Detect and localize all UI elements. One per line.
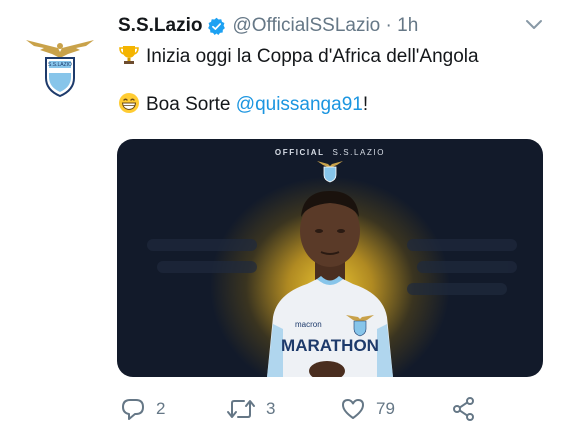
svg-text:OFFICIAL S.S.LAZIO: OFFICIAL S.S.LAZIO [275,148,385,157]
kit-brand-text: macron [295,320,322,329]
retweet-icon [227,400,255,418]
overlay-official-text: OFFICIAL [275,148,325,157]
author-avatar[interactable]: S.S.LAZIO [20,36,100,100]
overlay-club-text: S.S.LAZIO [332,148,385,157]
svg-text:S.S.LAZIO: S.S.LAZIO [48,62,72,68]
tweet-action-bar: 2 3 79 [118,396,518,426]
retweet-button[interactable]: 3 [226,396,275,422]
tweet-text-line-1: Inizia oggi la Coppa d'Africa dell'Angol… [118,44,479,69]
handle-text: @OfficialSSLazio [232,15,381,36]
like-icon [342,399,364,419]
like-count: 79 [376,399,395,418]
author-handle[interactable]: @OfficialSSLazio · 1h [232,15,418,37]
tweet-header: S.S.Lazio @OfficialSSLazio · 1h [118,15,418,37]
tweet-body-2: Boa Sorte [146,94,236,115]
tweet-timestamp[interactable]: 1h [397,15,418,36]
trophy-icon [118,44,140,66]
author-name[interactable]: S.S.Lazio [118,15,202,37]
tweet-body-1: Inizia oggi la Coppa d'Africa dell'Angol… [146,46,479,67]
tweet-body-2-end: ! [362,94,369,115]
time-separator: · [385,15,392,36]
tweet-media-image[interactable]: OFFICIAL S.S.LAZIO macron MARATHON [117,139,543,377]
reply-icon [122,399,144,420]
shirt-sponsor-text: MARATHON [281,336,379,355]
tweet-card[interactable]: S.S.LAZIO S.S.Lazio @OfficialSSLazio · 1… [0,0,561,442]
grin-face-icon [118,92,140,114]
share-icon [453,397,474,421]
media-crest-icon [317,161,343,183]
share-button[interactable] [451,396,477,422]
tweet-text-line-2: Boa Sorte @quissanga91! [118,92,368,117]
mention-link[interactable]: @quissanga91 [236,94,363,115]
caret-down-icon[interactable] [525,19,543,31]
like-button[interactable]: 79 [340,396,395,422]
reply-button[interactable]: 2 [120,396,165,422]
retweet-count: 3 [266,399,276,418]
reply-count: 2 [156,399,166,418]
lazio-crest-icon: S.S.LAZIO [26,40,94,98]
verified-badge-icon [207,17,226,36]
